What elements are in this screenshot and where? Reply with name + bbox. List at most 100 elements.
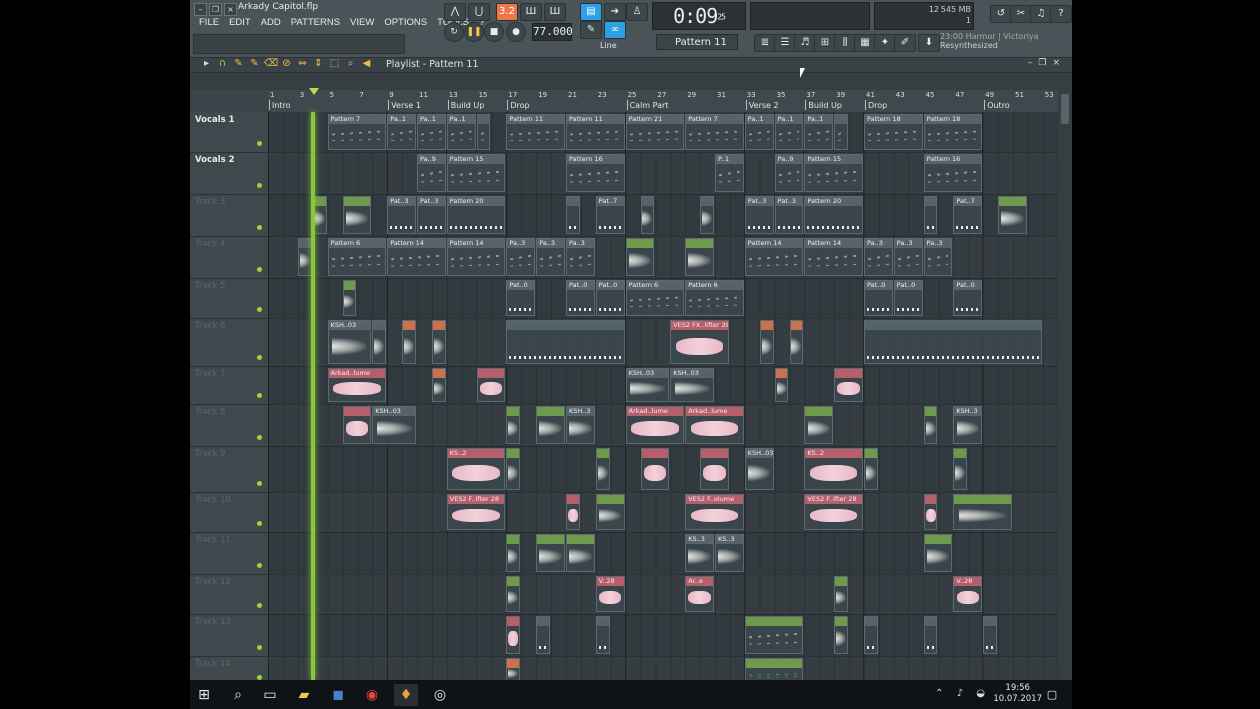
playlist-clip[interactable]: Pattern 14 bbox=[446, 238, 506, 276]
playlist-clip[interactable]: Pattern 21 bbox=[625, 114, 685, 150]
ruler-marker[interactable]: Intro bbox=[269, 100, 291, 110]
ruler-marker[interactable]: Drop bbox=[507, 100, 530, 110]
playlist-clip[interactable]: Pat..7 bbox=[595, 196, 625, 234]
playlist-clip[interactable] bbox=[834, 114, 849, 150]
playlist-clip[interactable] bbox=[476, 114, 491, 150]
playlist-clip[interactable] bbox=[297, 238, 312, 276]
track-enable-icon[interactable] bbox=[257, 183, 262, 188]
track-header[interactable]: Track 3 bbox=[190, 194, 268, 237]
fl-studio-icon[interactable]: ♦ bbox=[394, 684, 418, 706]
playlist-clip[interactable] bbox=[342, 196, 372, 234]
playlist-clip[interactable] bbox=[744, 658, 804, 680]
playlist-clip[interactable] bbox=[372, 320, 387, 364]
playlist-clip[interactable] bbox=[834, 616, 849, 654]
track-header[interactable]: Track 5 bbox=[190, 278, 268, 319]
track-enable-icon[interactable] bbox=[257, 435, 262, 440]
timeline-ruler[interactable]: 1 3 5 7 9 11 13 15 17 19 21 23 25 27 29 31 33 35 37 39 41 43 4… bbox=[268, 90, 1058, 113]
track-header[interactable]: Track 14 bbox=[190, 656, 268, 680]
track-lane[interactable] bbox=[268, 656, 1058, 680]
browser-icon[interactable]: ⊞ bbox=[814, 34, 836, 52]
system-tray[interactable]: ⌃ ♪ ◒ bbox=[935, 688, 990, 699]
undo-icon[interactable]: ↺ bbox=[990, 5, 1012, 23]
playlist-clip[interactable]: Pa..3 bbox=[536, 238, 565, 276]
playlist-clip[interactable]: Pattern 14 bbox=[804, 238, 863, 276]
playlist-clip[interactable] bbox=[759, 320, 774, 364]
track-enable-icon[interactable] bbox=[257, 645, 262, 650]
zoom-tool-icon[interactable]: ⌕ bbox=[344, 58, 357, 69]
playlist-clip[interactable] bbox=[402, 320, 416, 364]
playlist-clip[interactable]: Pat..0 bbox=[506, 280, 536, 316]
link-icon[interactable]: ∞ bbox=[604, 21, 626, 39]
menu-item[interactable]: EDIT bbox=[224, 17, 256, 28]
close-icon[interactable]: × bbox=[224, 3, 237, 16]
windows-icon[interactable]: ⊞ bbox=[192, 684, 216, 706]
playlist-clip[interactable]: Pat..7 bbox=[953, 196, 983, 234]
pencil-tool-icon[interactable]: ✎ bbox=[580, 21, 602, 39]
track-enable-icon[interactable] bbox=[257, 141, 262, 146]
playlist-clip[interactable] bbox=[700, 196, 714, 234]
playlist-clip[interactable]: Pa..3 bbox=[923, 238, 953, 276]
playlist-clip[interactable]: Pattern 18 bbox=[864, 114, 923, 150]
playlist-clip[interactable] bbox=[774, 368, 789, 402]
playlist-clip[interactable] bbox=[864, 616, 878, 654]
playlist-clip[interactable] bbox=[536, 534, 565, 572]
track-lane[interactable]: KS..2 KSH..03 KS..2 bbox=[268, 446, 1058, 493]
track-enable-icon[interactable] bbox=[257, 355, 262, 360]
step-edit-icon[interactable]: Ш bbox=[520, 3, 542, 21]
stop-button[interactable]: ■ bbox=[484, 22, 504, 42]
playlist-clip[interactable] bbox=[536, 406, 565, 444]
ruler-marker[interactable]: Outro bbox=[984, 100, 1010, 110]
playlist-clip[interactable] bbox=[506, 534, 521, 572]
playlist-clip[interactable]: KS..2 bbox=[446, 448, 506, 490]
playlist-clip[interactable]: Pattern 20 bbox=[446, 196, 506, 234]
playlist-clip[interactable] bbox=[431, 368, 446, 402]
piano-roll-icon[interactable]: ♬ bbox=[794, 34, 816, 52]
playlist-clip[interactable]: Pa..1 bbox=[774, 114, 804, 150]
track-lane[interactable]: Pattern 7 Pa..1 Pa..1 Pa..1 Pattern 11 Patter… bbox=[268, 112, 1058, 153]
playlist-clip[interactable]: Arkad..lume bbox=[625, 406, 685, 444]
track-lane[interactable]: KSH..03 KSH..3 Arkad..lume Arkad..lume KSH..… bbox=[268, 404, 1058, 447]
playlist-clip[interactable] bbox=[566, 494, 580, 530]
track-lane[interactable]: V..28 Ar..e V..28 bbox=[268, 574, 1058, 615]
playlist-clip[interactable]: Pat..0 bbox=[864, 280, 893, 316]
playlist-clip[interactable]: Pa..3 bbox=[566, 238, 595, 276]
playlist-clip[interactable]: KSH..03 bbox=[744, 448, 774, 490]
playlist-clip[interactable]: Pattern 14 bbox=[387, 238, 446, 276]
record-mode-icon[interactable]: ⋃ bbox=[468, 3, 490, 21]
track-lane[interactable]: VES2 F..ifter 28 VES2 F..olume VES2 F..ift… bbox=[268, 492, 1058, 533]
track-enable-icon[interactable] bbox=[257, 521, 262, 526]
playlist-clip[interactable] bbox=[595, 616, 610, 654]
track-enable-icon[interactable] bbox=[257, 225, 262, 230]
playlist-clip[interactable] bbox=[566, 196, 580, 234]
playlist-clip[interactable]: Arkad..lume bbox=[327, 368, 387, 402]
playlist-clip[interactable] bbox=[536, 616, 551, 654]
playlist-clip[interactable] bbox=[342, 280, 357, 316]
track-enable-icon[interactable] bbox=[257, 481, 262, 486]
restore-icon[interactable]: ❐ bbox=[209, 3, 222, 16]
playlist-clip[interactable] bbox=[998, 196, 1027, 234]
menu-item[interactable]: VIEW bbox=[345, 17, 379, 28]
arrow-right-icon[interactable]: ▸ bbox=[200, 58, 213, 69]
snap-selector[interactable]: Line bbox=[600, 40, 642, 52]
playhead-marker-icon[interactable] bbox=[309, 88, 319, 95]
playlist-clip[interactable] bbox=[983, 616, 998, 654]
playlist-clip[interactable]: Pattern 6 bbox=[685, 280, 744, 316]
playlist-clip[interactable]: Ar..e bbox=[685, 576, 714, 612]
track-header[interactable]: Track 12 bbox=[190, 574, 268, 615]
playlist-clip[interactable] bbox=[625, 238, 655, 276]
pause-button[interactable]: ❚❚ bbox=[464, 22, 484, 42]
pattern-selector[interactable]: Pattern 11 bbox=[656, 34, 738, 50]
playlist-clip[interactable]: V..28 bbox=[953, 576, 983, 612]
mute-tool-icon[interactable]: ⊘ bbox=[280, 58, 293, 69]
playlist-clip[interactable]: Pattern 18 bbox=[923, 114, 983, 150]
playlist-clip[interactable]: Pattern 14 bbox=[744, 238, 804, 276]
playlist-window-controls[interactable]: –❐× bbox=[1028, 58, 1066, 68]
track-header[interactable]: Track 4 bbox=[190, 236, 268, 279]
playlist-clip[interactable] bbox=[923, 494, 938, 530]
playlist-clip[interactable]: Pa..3 bbox=[864, 238, 893, 276]
playlist-clip[interactable]: Pa..1 bbox=[387, 114, 416, 150]
playlist-clip[interactable]: VES2 FX..lifter 28 bbox=[670, 320, 729, 364]
playlist-clip[interactable] bbox=[431, 320, 446, 364]
playlist-clip[interactable]: Pa..9 bbox=[417, 154, 446, 192]
draw-tool-icon[interactable]: ✎ bbox=[232, 58, 245, 69]
